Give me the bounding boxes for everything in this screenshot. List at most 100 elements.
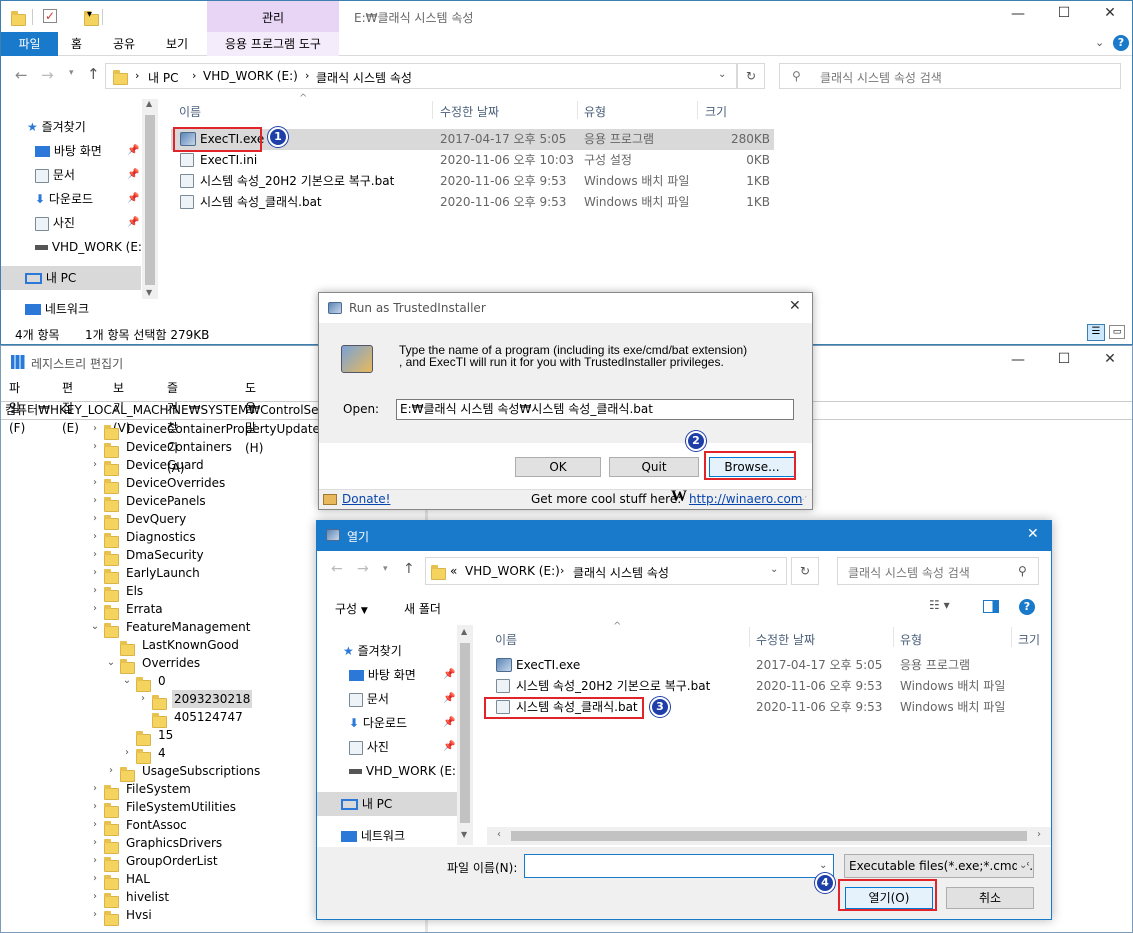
preview-pane-icon[interactable] [983, 600, 999, 613]
nav-desktop[interactable]: 바탕 화면 📌 [1, 139, 141, 163]
forward-arrow-icon[interactable]: → [41, 66, 54, 84]
address-dropdown-icon[interactable]: ⌄ [770, 564, 778, 575]
ribbon-context-tab[interactable]: 관리 [207, 1, 339, 32]
tree-node[interactable]: › DevQuery [1, 510, 186, 530]
nav-this-pc[interactable]: 내 PC [1, 266, 141, 290]
scroll-thumb[interactable] [460, 643, 470, 823]
scroll-down-icon[interactable]: ▼ [461, 830, 467, 839]
tree-node[interactable]: › hivelist [1, 888, 169, 908]
open-input[interactable]: E:₩클래식 시스템 속성₩시스템 속성_클래식.bat [396, 399, 794, 420]
forward-arrow-icon[interactable]: → [357, 561, 369, 577]
column-name[interactable]: 이름 [179, 103, 201, 120]
list-item[interactable]: 시스템 속성_20H2 기본으로 복구.bat 2020-11-06 오후 9:5… [487, 676, 1051, 697]
nav-downloads[interactable]: ⬇ 다운로드 📌 [317, 711, 457, 735]
tree-node[interactable]: › UsageSubscriptions [1, 762, 260, 782]
tree-node[interactable]: › Els [1, 582, 143, 602]
up-arrow-icon[interactable]: ↑ [87, 65, 100, 83]
chevron-right-icon[interactable]: › [89, 906, 101, 924]
donate-link[interactable]: Donate! [342, 492, 390, 506]
address-dropdown-icon[interactable]: ⌄ [718, 69, 726, 80]
tree-node[interactable]: › EarlyLaunch [1, 564, 200, 584]
chevron-right-icon[interactable]: › [121, 744, 133, 762]
tree-node[interactable]: › DeviceContainerPropertyUpdateEvents [1, 422, 323, 440]
chevron-down-icon[interactable]: ⌄ [105, 654, 117, 672]
nav-documents[interactable]: 문서 📌 [317, 687, 457, 711]
large-icons-view-icon[interactable]: ▭ [1109, 325, 1125, 339]
chevron-right-icon[interactable]: › [89, 510, 101, 528]
nav-vhd-drive[interactable]: VHD_WORK (E:) [317, 759, 461, 783]
tab-app-tools[interactable]: 응용 프로그램 도구 [207, 32, 339, 56]
chevron-right-icon[interactable]: › [89, 564, 101, 582]
tree-node[interactable]: › HAL [1, 870, 150, 890]
nav-quick-access[interactable]: ★ 즐겨찾기 [317, 639, 457, 663]
nav-network[interactable]: 네트워크 [1, 297, 141, 321]
help-icon[interactable]: ? [1019, 599, 1035, 615]
recent-dropdown-icon[interactable]: ▾ [69, 68, 74, 78]
nav-documents[interactable]: 문서 📌 [1, 163, 141, 187]
column-modified[interactable]: 수정한 날짜 [440, 103, 499, 120]
tree-node[interactable]: LastKnownGood [1, 636, 239, 656]
quit-button[interactable]: Quit [609, 457, 699, 477]
tab-file[interactable]: 파일 [1, 32, 58, 56]
close-icon[interactable]: ✕ [1095, 351, 1125, 367]
properties-check-icon[interactable]: ✓ [43, 9, 57, 23]
open-address-bar[interactable]: « VHD_WORK (E:) › 클래식 시스템 속성 ⌄ [425, 557, 787, 585]
minimize-icon[interactable]: — [1003, 6, 1033, 22]
nav-scrollbar[interactable]: ▲ ▼ [457, 625, 473, 845]
minimize-icon[interactable]: — [1003, 352, 1033, 368]
refresh-button[interactable]: ↻ [737, 63, 765, 89]
chevron-right-icon[interactable]: › [89, 852, 101, 870]
winaero-link[interactable]: http://winaero.com [689, 492, 803, 506]
tree-node[interactable]: 15 [1, 726, 173, 746]
column-name[interactable]: 이름 [495, 631, 517, 648]
chevron-right-icon[interactable]: › [89, 422, 101, 438]
nav-downloads[interactable]: ⬇ 다운로드 📌 [1, 187, 141, 211]
nav-vhd-drive[interactable]: VHD_WORK (E:) [1, 235, 147, 259]
chevron-right-icon[interactable]: › [89, 888, 101, 906]
chevron-right-icon[interactable]: › [89, 492, 101, 510]
breadcrumb-drive[interactable]: VHD_WORK (E:) [203, 69, 298, 83]
nav-this-pc[interactable]: 내 PC [317, 792, 457, 816]
search-box[interactable]: ⚲ 클래식 시스템 속성 검색 [779, 63, 1121, 89]
table-row[interactable]: 시스템 속성_20H2 기본으로 복구.bat 2020-11-06 오후 9:5… [171, 171, 774, 192]
tree-node[interactable]: › FileSystem [1, 780, 191, 800]
tree-node[interactable]: › DeviceContainers [1, 438, 232, 458]
tree-node[interactable]: › Diagnostics [1, 528, 196, 548]
chevron-right-icon[interactable]: › [89, 834, 101, 852]
open-search-box[interactable]: 클래식 시스템 속성 검색 ⚲ [837, 557, 1039, 585]
chevron-right-icon[interactable]: › [89, 438, 101, 456]
column-type[interactable]: 유형 [584, 103, 606, 120]
chevron-right-icon[interactable]: › [89, 582, 101, 600]
chevron-right-icon[interactable]: › [89, 816, 101, 834]
tree-node[interactable]: › FileSystemUtilities [1, 798, 236, 818]
nav-desktop[interactable]: 바탕 화면 📌 [317, 663, 457, 687]
tree-node[interactable]: › DevicePanels [1, 492, 206, 512]
chevron-down-icon[interactable]: ⌄ [121, 672, 133, 690]
nav-pictures[interactable]: 사진 📌 [317, 735, 457, 759]
maximize-icon[interactable]: ☐ [1049, 351, 1079, 367]
filename-input[interactable]: ⌄ [524, 854, 834, 878]
view-options-icon[interactable]: ☷ ▾ [929, 598, 950, 612]
tree-node[interactable]: ⌄ Overrides [1, 654, 200, 674]
help-icon[interactable]: ? [1113, 35, 1129, 51]
chevron-right-icon[interactable]: › [89, 780, 101, 798]
breadcrumb-overflow[interactable]: « [450, 564, 457, 578]
chevron-right-icon[interactable]: › [89, 870, 101, 888]
chevron-right-icon[interactable]: › [89, 474, 101, 492]
tab-view[interactable]: 보기 [166, 32, 188, 56]
scroll-thumb[interactable] [145, 115, 155, 285]
breadcrumb-folder[interactable]: 클래식 시스템 속성 [573, 564, 669, 581]
ribbon-expand-icon[interactable]: ⌄ [1095, 36, 1104, 49]
qat-dropdown-icon[interactable]: ▾ [87, 9, 92, 20]
refresh-button[interactable]: ↻ [791, 557, 819, 585]
chevron-down-icon[interactable]: ⌄ [89, 618, 101, 636]
recent-dropdown-icon[interactable]: ▾ [383, 564, 388, 574]
table-row[interactable]: 시스템 속성_클래식.bat 2020-11-06 오후 9:53 Windows … [171, 192, 774, 213]
close-icon[interactable]: ✕ [1027, 526, 1039, 542]
organize-button[interactable]: 구성 ▼ [335, 600, 368, 617]
back-arrow-icon[interactable]: ← [331, 561, 343, 577]
back-arrow-icon[interactable]: ← [15, 66, 28, 84]
chevron-right-icon[interactable]: › [137, 690, 149, 708]
close-icon[interactable]: ✕ [789, 298, 801, 314]
scroll-down-icon[interactable]: ▼ [146, 288, 152, 297]
